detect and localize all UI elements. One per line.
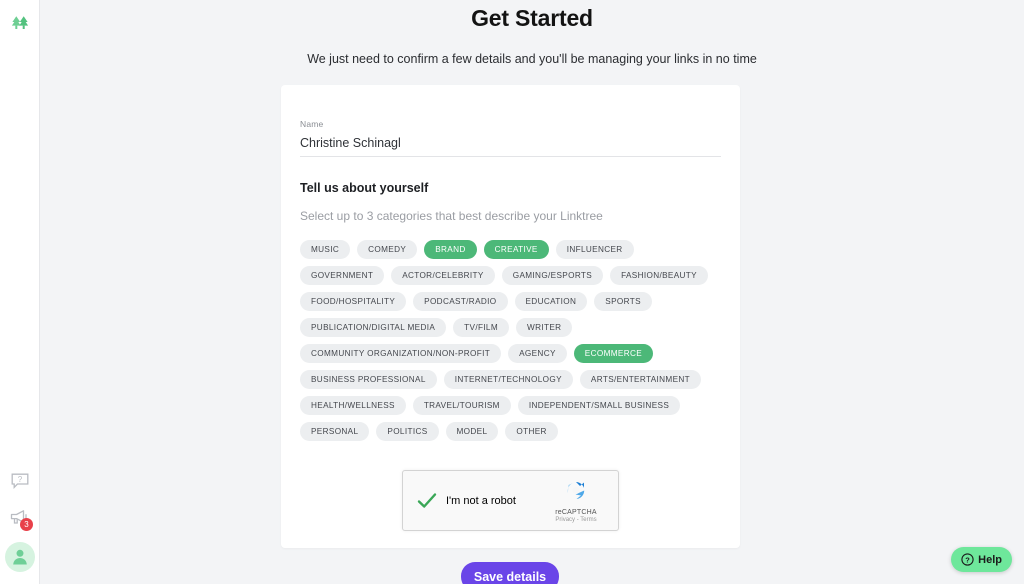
sidebar-bottom-group: ? 3 (0, 470, 40, 572)
category-chip[interactable]: SPORTS (594, 292, 652, 311)
help-widget-label: Help (978, 553, 1002, 566)
category-chip[interactable]: TRAVEL/TOURISM (412, 396, 511, 415)
category-chip[interactable]: TV/FILM (453, 318, 509, 337)
name-field-label: Name (300, 119, 324, 129)
linktree-logo-icon (11, 16, 29, 29)
category-chip[interactable]: HEALTH/WELLNESS (300, 396, 406, 415)
category-chip[interactable]: INTERNET/TECHNOLOGY (443, 370, 573, 389)
about-section-help: Select up to 3 categories that best desc… (300, 209, 603, 223)
category-chip[interactable]: ACTOR/CELEBRITY (391, 266, 495, 285)
sidebar-item-avatar[interactable] (5, 542, 35, 572)
recaptcha-checkbox[interactable] (414, 488, 440, 514)
question-mark-circle-icon: ? (961, 553, 974, 566)
category-chip[interactable]: COMMUNITY ORGANIZATION/NON-PROFIT (300, 344, 502, 363)
sidebar-item-help[interactable]: ? (8, 470, 32, 492)
category-chip[interactable]: COMEDY (357, 240, 418, 259)
announcements-badge: 3 (20, 518, 33, 531)
recaptcha-logo-icon (567, 481, 585, 499)
recaptcha-brand: reCAPTCHA Privacy - Terms (545, 479, 607, 523)
category-chip[interactable]: MODEL (445, 422, 499, 441)
recaptcha-widget[interactable]: I'm not a robot reCAPTCHA Privacy - Term… (402, 470, 619, 531)
category-chip[interactable]: WRITER (516, 318, 573, 337)
category-chip[interactable]: CREATIVE (483, 240, 549, 259)
help-widget[interactable]: ? Help (951, 547, 1012, 572)
save-details-button[interactable]: Save details (461, 562, 559, 584)
category-chip[interactable]: FOOD/HOSPITALITY (300, 292, 407, 311)
about-section-title: Tell us about yourself (300, 181, 429, 195)
svg-text:?: ? (965, 555, 970, 564)
category-chip[interactable]: GAMING/ESPORTS (501, 266, 604, 285)
category-chip[interactable]: GOVERNMENT (300, 266, 385, 285)
category-chip[interactable]: ARTS/ENTERTAINMENT (579, 370, 702, 389)
recaptcha-brand-name: reCAPTCHA (555, 508, 597, 516)
app-root: ? 3 Get Started We just need to confirm … (0, 0, 1024, 584)
page-subtitle: We just need to confirm a few details an… (307, 52, 757, 66)
category-chip[interactable]: OTHER (505, 422, 558, 441)
name-input[interactable] (300, 136, 721, 156)
check-mark-icon (417, 492, 437, 508)
sidebar-item-announcements[interactable]: 3 (8, 506, 33, 531)
category-chip[interactable]: EDUCATION (514, 292, 588, 311)
category-chip[interactable]: BUSINESS PROFESSIONAL (300, 370, 437, 389)
category-chip[interactable]: ECOMMERCE (573, 344, 654, 363)
main-content: Get Started We just need to confirm a fe… (40, 0, 1024, 584)
category-chip[interactable]: PODCAST/RADIO (413, 292, 508, 311)
category-chip[interactable]: MUSIC (300, 240, 351, 259)
category-chip[interactable]: BRAND (424, 240, 477, 259)
name-field-underline (300, 156, 721, 157)
recaptcha-container: I'm not a robot reCAPTCHA Privacy - Term… (300, 470, 721, 531)
recaptcha-brand-links[interactable]: Privacy - Terms (545, 517, 607, 523)
category-chip[interactable]: POLITICS (376, 422, 439, 441)
category-chip[interactable]: PERSONAL (300, 422, 370, 441)
svg-text:?: ? (18, 475, 23, 484)
page-title: Get Started (471, 5, 593, 31)
category-chip[interactable]: INDEPENDENT/SMALL BUSINESS (517, 396, 681, 415)
sidebar: ? 3 (0, 0, 40, 584)
category-chip-list: MUSIC COMEDY BRAND CREATIVE INFLUENCER GOVERN… (300, 240, 719, 441)
category-chip[interactable]: PUBLICATION/DIGITAL MEDIA (300, 318, 447, 337)
category-chip[interactable]: AGENCY (508, 344, 567, 363)
user-avatar-icon (13, 549, 27, 565)
question-speech-bubble-icon: ? (11, 473, 29, 489)
name-field-group: Name (300, 119, 721, 157)
category-chip[interactable]: FASHION/BEAUTY (610, 266, 708, 285)
onboarding-card: Name Tell us about yourself Select up to… (281, 85, 740, 548)
linktree-logo[interactable] (0, 10, 40, 36)
recaptcha-label: I'm not a robot (446, 494, 516, 507)
category-chip[interactable]: INFLUENCER (555, 240, 634, 259)
